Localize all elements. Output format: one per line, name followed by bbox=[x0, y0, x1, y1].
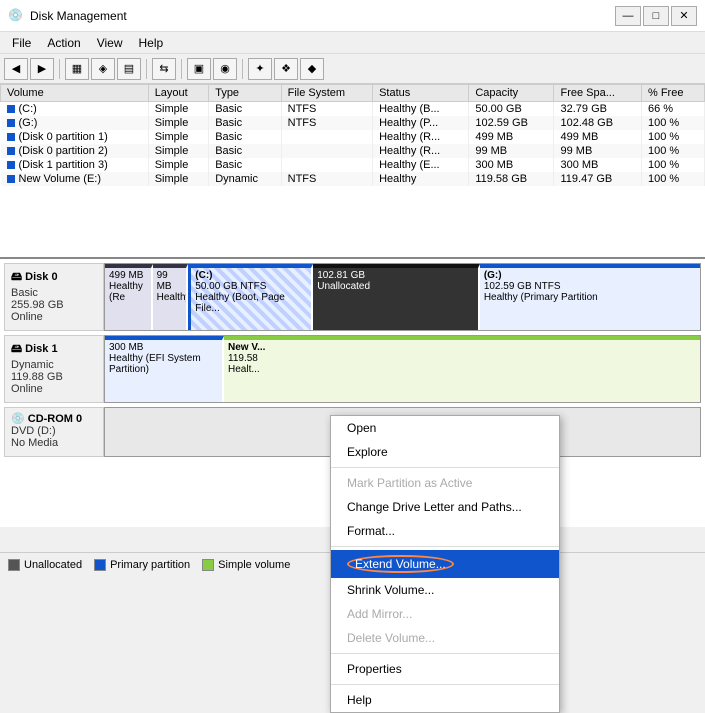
ctx-properties[interactable]: Properties bbox=[331, 657, 559, 681]
window-title: Disk Management bbox=[30, 9, 127, 23]
toolbar-sep-4 bbox=[242, 59, 243, 79]
menu-view[interactable]: View bbox=[89, 34, 131, 52]
disk-1-type: Dynamic bbox=[11, 359, 97, 371]
col-percentfree[interactable]: % Free bbox=[642, 85, 705, 102]
disk-1-size: 119.88 GB bbox=[11, 371, 97, 383]
legend-unallocated: Unallocated bbox=[8, 559, 82, 571]
legend-unallocated-box bbox=[8, 559, 20, 571]
disk-1-part-1[interactable]: 300 MB Healthy (EFI System Partition) bbox=[105, 336, 224, 402]
legend-simple-label: Simple volume bbox=[218, 559, 290, 571]
disk-label-cdrom: 💿 CD-ROM 0 DVD (D:) No Media bbox=[4, 407, 104, 457]
col-capacity[interactable]: Capacity bbox=[469, 85, 554, 102]
menu-file[interactable]: File bbox=[4, 34, 39, 52]
col-freespace[interactable]: Free Spa... bbox=[554, 85, 642, 102]
disk-label-1: 🖴 Disk 1 Dynamic 119.88 GB Online bbox=[4, 335, 104, 403]
disk-row-1: 🖴 Disk 1 Dynamic 119.88 GB Online 300 MB… bbox=[4, 335, 701, 403]
disk-label-0: 🖴 Disk 0 Basic 255.98 GB Online bbox=[4, 263, 104, 331]
disk-0-part-g[interactable]: (G:) 102.59 GB NTFS Healthy (Primary Par… bbox=[480, 264, 700, 330]
col-type[interactable]: Type bbox=[209, 85, 281, 102]
toolbar-sep-2 bbox=[146, 59, 147, 79]
disk-1-partitions: 300 MB Healthy (EFI System Partition) Ne… bbox=[104, 335, 701, 403]
title-bar-left: 💿 Disk Management bbox=[8, 8, 127, 24]
disk-1-status: Online bbox=[11, 383, 97, 395]
disk-0-type: Basic bbox=[11, 287, 97, 299]
title-bar: 💿 Disk Management — □ ✕ bbox=[0, 0, 705, 32]
ctx-mark-active: Mark Partition as Active bbox=[331, 471, 559, 495]
toolbar-btn7[interactable]: ✦ bbox=[248, 58, 272, 80]
ctx-sep-4 bbox=[331, 684, 559, 685]
toolbar: ◀ ▶ ▦ ◈ ▤ ⇆ ▣ ◉ ✦ ❖ ◆ bbox=[0, 54, 705, 84]
disk-0-status: Online bbox=[11, 311, 97, 323]
legend-primary-box bbox=[94, 559, 106, 571]
toolbar-forward[interactable]: ▶ bbox=[30, 58, 54, 80]
ctx-sep-3 bbox=[331, 653, 559, 654]
menu-bar: File Action View Help bbox=[0, 32, 705, 54]
ctx-format[interactable]: Format... bbox=[331, 519, 559, 543]
col-status[interactable]: Status bbox=[373, 85, 469, 102]
toolbar-btn4[interactable]: ⇆ bbox=[152, 58, 176, 80]
context-menu: Open Explore Mark Partition as Active Ch… bbox=[330, 415, 560, 713]
close-button[interactable]: ✕ bbox=[671, 6, 697, 26]
disk-1-new-volume[interactable]: New V... 119.58 Healt... bbox=[224, 336, 700, 402]
disk-0-name: 🖴 Disk 0 bbox=[11, 268, 97, 287]
toolbar-btn5[interactable]: ▣ bbox=[187, 58, 211, 80]
col-filesystem[interactable]: File System bbox=[281, 85, 372, 102]
toolbar-btn2[interactable]: ◈ bbox=[91, 58, 115, 80]
disk-0-part-1[interactable]: 499 MB Healthy (Re bbox=[105, 264, 153, 330]
disk-0-part-2[interactable]: 99 MB Healthy bbox=[153, 264, 189, 330]
disk-0-unallocated[interactable]: 102.81 GB Unallocated bbox=[313, 264, 480, 330]
disk-0-size: 255.98 GB bbox=[11, 299, 97, 311]
minimize-button[interactable]: — bbox=[615, 6, 641, 26]
volume-table: Volume Layout Type File System Status Ca… bbox=[0, 84, 705, 259]
ctx-sep-2 bbox=[331, 546, 559, 547]
disk-0-part-c[interactable]: (C:) 50.00 GB NTFS Healthy (Boot, Page F… bbox=[188, 264, 313, 330]
disk-view-area: 🖴 Disk 0 Basic 255.98 GB Online 499 MB H… bbox=[0, 259, 705, 552]
ctx-open[interactable]: Open bbox=[331, 416, 559, 440]
toolbar-btn6[interactable]: ◉ bbox=[213, 58, 237, 80]
col-layout[interactable]: Layout bbox=[148, 85, 209, 102]
toolbar-btn3[interactable]: ▤ bbox=[117, 58, 141, 80]
ctx-extend-volume[interactable]: Extend Volume... bbox=[331, 550, 559, 578]
legend-primary-label: Primary partition bbox=[110, 559, 190, 571]
menu-action[interactable]: Action bbox=[39, 34, 88, 52]
cdrom-status: No Media bbox=[11, 437, 97, 449]
col-volume[interactable]: Volume bbox=[1, 85, 149, 102]
ctx-explore[interactable]: Explore bbox=[331, 440, 559, 464]
ctx-help[interactable]: Help bbox=[331, 688, 559, 712]
toolbar-btn1[interactable]: ▦ bbox=[65, 58, 89, 80]
app-icon: 💿 bbox=[8, 8, 24, 24]
extend-circle: Extend Volume... bbox=[347, 555, 454, 573]
legend-simple: Simple volume bbox=[202, 559, 290, 571]
title-bar-controls: — □ ✕ bbox=[615, 6, 697, 26]
ctx-shrink-volume[interactable]: Shrink Volume... bbox=[331, 578, 559, 602]
ctx-add-mirror: Add Mirror... bbox=[331, 602, 559, 626]
disk-row-0: 🖴 Disk 0 Basic 255.98 GB Online 499 MB H… bbox=[4, 263, 701, 331]
toolbar-btn8[interactable]: ❖ bbox=[274, 58, 298, 80]
legend-simple-box bbox=[202, 559, 214, 571]
maximize-button[interactable]: □ bbox=[643, 6, 669, 26]
disk-0-partitions: 499 MB Healthy (Re 99 MB Healthy (C:) 50… bbox=[104, 263, 701, 331]
ctx-delete-volume: Delete Volume... bbox=[331, 626, 559, 650]
cdrom-type: DVD (D:) bbox=[11, 425, 97, 437]
legend-primary: Primary partition bbox=[94, 559, 190, 571]
ctx-sep-1 bbox=[331, 467, 559, 468]
disk-1-name: 🖴 Disk 1 bbox=[11, 340, 97, 359]
toolbar-sep-3 bbox=[181, 59, 182, 79]
toolbar-sep-1 bbox=[59, 59, 60, 79]
legend-unallocated-label: Unallocated bbox=[24, 559, 82, 571]
ctx-change-drive-letter[interactable]: Change Drive Letter and Paths... bbox=[331, 495, 559, 519]
toolbar-back[interactable]: ◀ bbox=[4, 58, 28, 80]
toolbar-btn9[interactable]: ◆ bbox=[300, 58, 324, 80]
cdrom-name: 💿 CD-ROM 0 bbox=[11, 412, 97, 425]
menu-help[interactable]: Help bbox=[131, 34, 172, 52]
